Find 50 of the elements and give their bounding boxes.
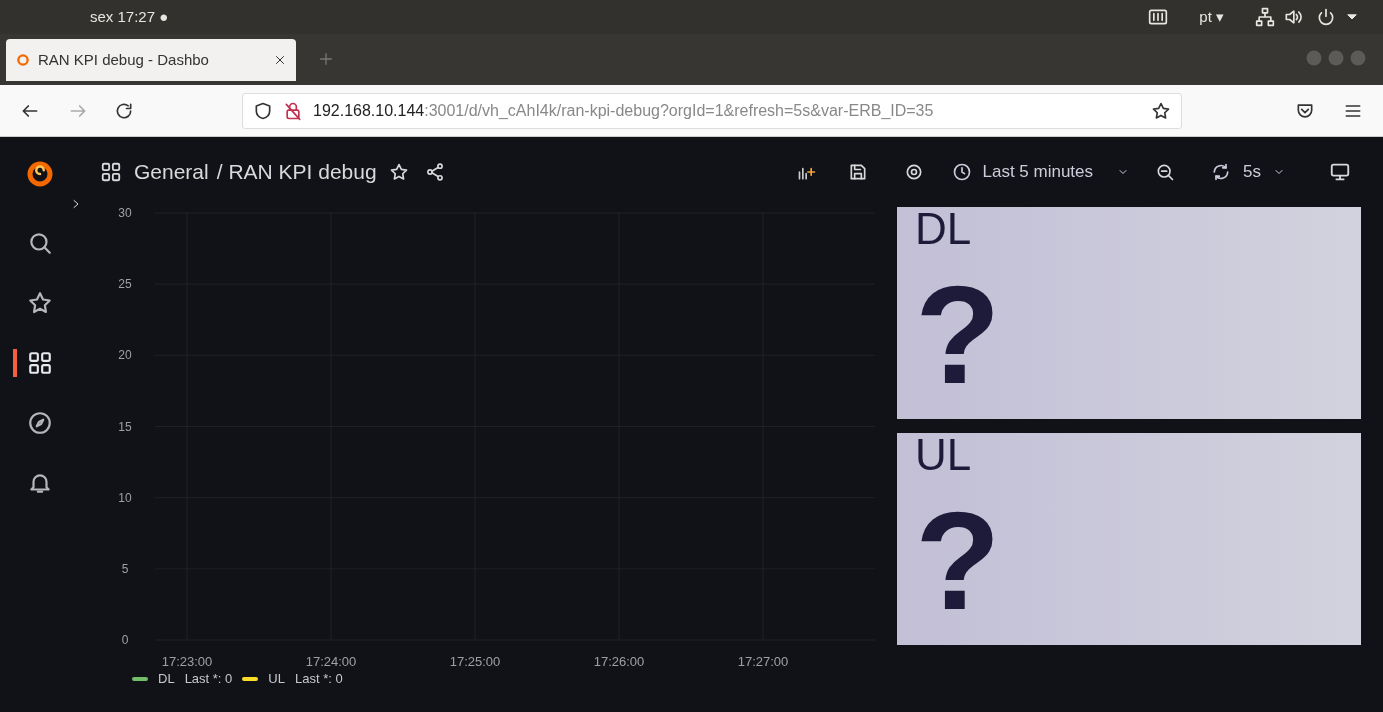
stat-value: ? xyxy=(915,265,1002,405)
insecure-lock-icon xyxy=(283,100,303,121)
monitor-icon[interactable] xyxy=(1329,161,1351,183)
x-axis-label: 17:24:00 xyxy=(305,654,357,669)
y-axis-label: 30 xyxy=(118,207,132,220)
grafana-logo-icon[interactable] xyxy=(25,159,55,189)
star-icon[interactable] xyxy=(27,290,53,316)
clock-icon xyxy=(952,162,973,182)
y-axis-label: 20 xyxy=(118,348,132,363)
panel-title: UL xyxy=(915,435,973,475)
y-axis-label: 5 xyxy=(121,561,129,576)
x-axis-label: 17:23:00 xyxy=(161,654,213,669)
refresh-picker[interactable]: 5s xyxy=(1211,159,1285,185)
language-indicator[interactable]: pt ▾ xyxy=(1199,5,1224,29)
y-axis-label: 10 xyxy=(118,490,132,505)
browser-tab[interactable]: RAN KPI debug - Dashbo xyxy=(6,39,296,81)
panel-title: DL xyxy=(915,209,973,249)
legend-label[interactable]: DL xyxy=(158,669,175,689)
time-range-picker[interactable]: Last 5 minutes xyxy=(952,159,1130,185)
share-icon[interactable] xyxy=(424,162,445,182)
x-axis-label: 17:26:00 xyxy=(593,654,645,669)
search-icon[interactable] xyxy=(27,230,53,256)
star-icon[interactable] xyxy=(388,162,409,182)
save-icon[interactable] xyxy=(848,162,869,182)
stat-value: ? xyxy=(915,491,1002,631)
address-bar[interactable]: 192.168.10.144:3001/d/vh_cAhI4k/ran-kpi-debug?orgId=1&refresh=5s&var-ERB_ID=35 xyxy=(242,92,1182,129)
dashboards-icon[interactable] xyxy=(100,161,122,183)
network-icon[interactable] xyxy=(1254,7,1276,27)
y-axis-label: 15 xyxy=(118,419,132,434)
url-text: 192.168.10.144:3001/d/vh_cAhI4k/ran-kpi-debug?orgId=1&refresh=5s&var-ERB_ID=35 xyxy=(313,100,935,121)
dashboards-icon[interactable] xyxy=(27,350,53,376)
shield-icon xyxy=(253,100,273,121)
legend-value: Last *: 0 xyxy=(294,670,343,688)
star-icon[interactable] xyxy=(1151,100,1171,121)
x-axis-label: 17:27:00 xyxy=(737,654,789,669)
grafana-logo-icon xyxy=(16,53,30,67)
y-axis-label: 0 xyxy=(121,633,129,647)
close-icon[interactable] xyxy=(274,54,286,66)
legend-label[interactable]: UL xyxy=(268,669,285,689)
legend-value: Last *: 0 xyxy=(184,670,233,688)
clock-text: sex 17:27 ● xyxy=(90,6,169,27)
x-axis-label: 17:25:00 xyxy=(449,654,501,669)
zoom-out-icon[interactable] xyxy=(1155,162,1176,182)
keyboard-icon[interactable] xyxy=(1147,7,1170,27)
compass-icon[interactable] xyxy=(27,410,53,436)
dashboard-title: / RAN KPI debug xyxy=(216,159,377,186)
y-axis-label: 25 xyxy=(118,277,132,292)
power-icon[interactable] xyxy=(1316,7,1336,27)
breadcrumb-link[interactable]: General xyxy=(134,156,209,188)
tab-title: RAN KPI debug - Dashbo xyxy=(38,49,209,70)
